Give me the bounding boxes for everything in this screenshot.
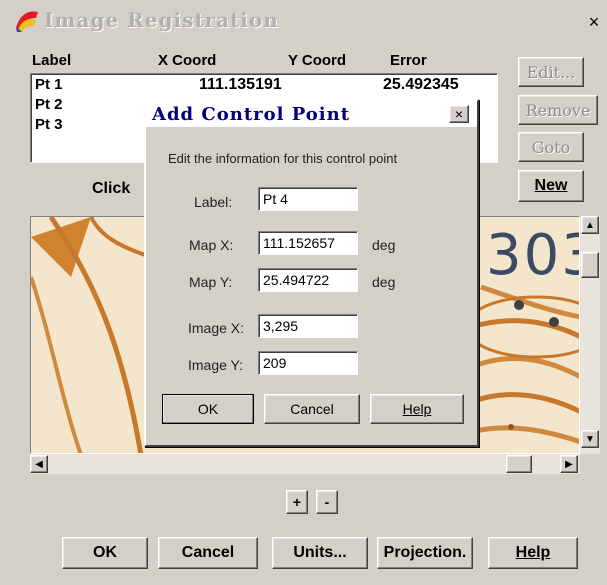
close-icon: × (454, 106, 464, 122)
image-overlay-number: 303 (486, 223, 579, 288)
edit-button[interactable]: Edit... (518, 57, 584, 87)
vertical-scrollbar[interactable]: ▲ ▼ (580, 216, 600, 454)
map-y-unit: deg (372, 274, 396, 290)
window-title: Image Registration (44, 8, 279, 32)
map-x-label: Map X: (189, 237, 234, 253)
arrow-right-icon: ▶ (565, 458, 573, 470)
list-item-error: 25.492345 (383, 76, 459, 93)
window-titlebar: Image Registration × (0, 0, 607, 40)
app-icon (16, 11, 38, 32)
dialog-help-button[interactable]: Help (370, 394, 464, 424)
header-x-coord: X Coord (158, 52, 217, 69)
image-y-input[interactable]: 209 (258, 351, 358, 375)
zoom-in-button[interactable]: + (286, 490, 308, 514)
list-item-label[interactable]: Pt 1 (35, 76, 63, 93)
window-close-button[interactable]: × (584, 12, 604, 32)
header-error: Error (390, 52, 427, 69)
image-y-label: Image Y: (188, 357, 244, 373)
remove-button[interactable]: Remove (518, 95, 598, 125)
add-control-point-dialog: Add Control Point × Edit the information… (144, 99, 479, 447)
projection-button[interactable]: Projection. (377, 537, 473, 569)
map-y-input[interactable]: 25.494722 (258, 268, 358, 292)
goto-button[interactable]: Goto (518, 132, 584, 162)
label-input[interactable]: Pt 4 (258, 187, 358, 211)
image-x-label: Image X: (188, 320, 245, 336)
header-label: Label (32, 52, 72, 69)
horizontal-scroll-thumb[interactable] (506, 455, 532, 473)
help-button[interactable]: Help (488, 537, 578, 569)
scroll-left-button[interactable]: ◀ (30, 455, 48, 473)
units-button[interactable]: Units... (272, 537, 368, 569)
label-field-label: Label: (194, 194, 233, 210)
dialog-ok-button[interactable]: OK (162, 394, 254, 424)
list-item-x: 111.135191 (199, 76, 282, 93)
arrow-up-icon: ▲ (585, 219, 595, 231)
image-x-input[interactable]: 3,295 (258, 314, 358, 338)
instruction-text: Click (92, 180, 131, 197)
dialog-instructions: Edit the information for this control po… (168, 151, 398, 166)
list-item-label[interactable]: Pt 2 (35, 96, 63, 113)
cancel-button[interactable]: Cancel (158, 537, 258, 569)
dialog-help-label: Help (402, 401, 432, 417)
dialog-title: Add Control Point (152, 103, 351, 125)
header-y-coord: Y Coord (288, 52, 347, 69)
new-button-label: New (534, 177, 568, 194)
arrow-down-icon: ▼ (585, 433, 595, 445)
dialog-close-button[interactable]: × (449, 105, 469, 123)
vertical-scroll-thumb[interactable] (581, 252, 599, 278)
scroll-up-button[interactable]: ▲ (581, 216, 599, 234)
new-button[interactable]: New (518, 170, 584, 202)
zoom-out-button[interactable]: - (316, 490, 338, 514)
arrow-left-icon: ◀ (35, 458, 43, 470)
map-y-label: Map Y: (189, 274, 233, 290)
scroll-down-button[interactable]: ▼ (581, 430, 599, 448)
map-x-unit: deg (372, 237, 396, 253)
ok-button[interactable]: OK (62, 537, 148, 569)
horizontal-scrollbar[interactable]: ◀ ▶ (30, 454, 580, 474)
close-icon: × (588, 12, 600, 32)
dialog-titlebar: Add Control Point × (146, 101, 477, 127)
help-button-label: Help (515, 544, 551, 561)
dialog-cancel-button[interactable]: Cancel (264, 394, 360, 424)
map-x-input[interactable]: 111.152657 (258, 231, 358, 255)
scroll-right-button[interactable]: ▶ (560, 455, 578, 473)
list-item-label[interactable]: Pt 3 (35, 116, 63, 133)
